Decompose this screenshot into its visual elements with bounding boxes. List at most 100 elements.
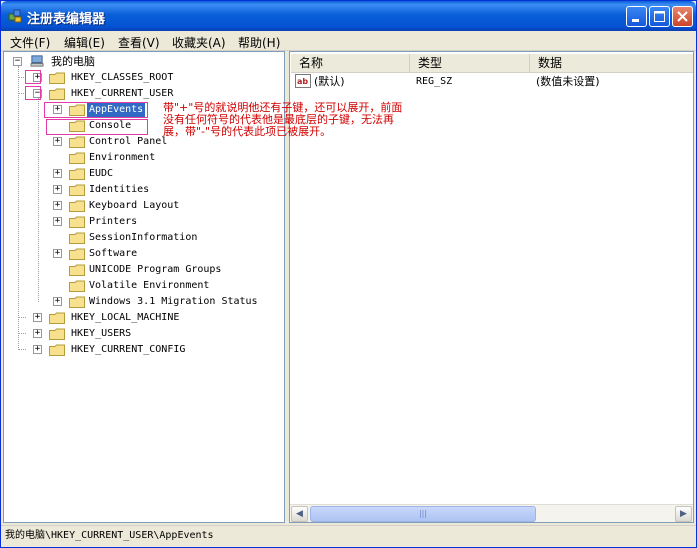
folder-icon	[69, 280, 85, 292]
expand-icon[interactable]: +	[33, 313, 42, 322]
tree-node-label: SessionInformation	[89, 232, 198, 243]
folder-icon	[69, 232, 85, 244]
tree-node-unicode-program-groups[interactable]: UNICODE Program Groups	[53, 262, 253, 278]
tree-node-hklm[interactable]: + HKEY_LOCAL_MACHINE	[33, 310, 203, 326]
folder-icon	[49, 344, 65, 356]
tree-node-label: Software	[89, 248, 138, 259]
scroll-left-button[interactable]: ◀	[291, 506, 308, 522]
maximize-icon	[654, 11, 665, 22]
tree-node-my-computer[interactable]: − 我的电脑	[13, 54, 133, 70]
folder-icon	[69, 200, 85, 212]
folder-icon	[49, 312, 65, 324]
tree-node-session-information[interactable]: SessionInformation	[53, 230, 233, 246]
tree-node-label: HKEY_CLASSES_ROOT	[71, 72, 174, 83]
regedit-icon	[8, 9, 22, 23]
tree-node-label: UNICODE Program Groups	[89, 264, 222, 275]
expand-icon[interactable]: +	[53, 169, 62, 178]
tree-node-identities[interactable]: + Identities	[53, 182, 193, 198]
menu-view[interactable]: 查看(V)	[118, 34, 160, 51]
folder-icon	[69, 216, 85, 228]
folder-icon	[49, 328, 65, 340]
expand-icon[interactable]: +	[33, 329, 42, 338]
collapse-icon[interactable]: −	[13, 57, 22, 66]
expand-icon[interactable]: +	[53, 297, 62, 306]
expand-icon[interactable]: +	[53, 201, 62, 210]
folder-icon	[69, 168, 85, 180]
tree-node-volatile-environment[interactable]: Volatile Environment	[53, 278, 253, 294]
title-bar[interactable]: 注册表编辑器	[1, 1, 696, 31]
value-name[interactable]: (默认)	[314, 74, 345, 90]
menu-help[interactable]: 帮助(H)	[238, 34, 280, 51]
open-folder-icon	[49, 88, 65, 100]
scrollbar-thumb[interactable]: |||	[310, 506, 536, 522]
folder-icon	[69, 296, 85, 308]
annotation-text: 带"+"号的就说明他还有子键，还可以展开，前面没有任何符号的代表他是最底层的子键…	[163, 101, 403, 138]
value-type: REG_SZ	[416, 76, 453, 87]
column-header-name[interactable]: 名称	[291, 54, 410, 73]
expand-icon[interactable]: +	[53, 249, 62, 258]
expand-icon[interactable]: +	[53, 137, 62, 146]
tree-node-label: Environment	[89, 152, 156, 163]
folder-icon	[69, 152, 85, 164]
annotation-box-plus	[25, 70, 41, 84]
tree-node-windows-migration[interactable]: + Windows 3.1 Migration Status	[53, 294, 283, 310]
svg-text:ab: ab	[297, 77, 308, 86]
close-icon	[677, 11, 688, 22]
column-header-type[interactable]: 类型	[410, 54, 530, 73]
tree-node-label: Printers	[89, 216, 138, 227]
tree-line	[18, 317, 26, 318]
tree-line	[18, 349, 26, 350]
tree-node-label: Volatile Environment	[89, 280, 210, 291]
tree-node-label: HKEY_CURRENT_USER	[71, 88, 174, 99]
annotation-box-console	[46, 119, 148, 135]
tree-line	[38, 98, 39, 302]
tree-node-hkcu[interactable]: − HKEY_CURRENT_USER	[33, 86, 193, 102]
window-title: 注册表编辑器	[27, 12, 106, 27]
tree-node-hku[interactable]: + HKEY_USERS	[33, 326, 203, 342]
expand-icon[interactable]: +	[53, 185, 62, 194]
tree-node-label: 我的电脑	[51, 55, 95, 68]
horizontal-scrollbar[interactable]: ◀ ||| ▶	[290, 504, 693, 522]
tree-line	[18, 333, 26, 334]
tree-node-label: Identities	[89, 184, 150, 195]
folder-icon	[49, 72, 65, 84]
annotation-box-minus	[25, 86, 41, 100]
tree-node-label: HKEY_LOCAL_MACHINE	[71, 312, 180, 323]
menu-favorites[interactable]: 收藏夹(A)	[172, 34, 226, 51]
menu-edit[interactable]: 编辑(E)	[64, 34, 105, 51]
menu-file[interactable]: 文件(F)	[10, 34, 50, 51]
close-button[interactable]	[672, 6, 693, 27]
tree-node-label: Windows 3.1 Migration Status	[89, 296, 258, 307]
tree-node-software[interactable]: + Software	[53, 246, 193, 262]
tree-line	[18, 66, 19, 350]
expand-icon[interactable]: +	[33, 345, 42, 354]
maximize-button[interactable]	[649, 6, 670, 27]
status-bar: 我的电脑\HKEY_CURRENT_USER\AppEvents	[1, 525, 696, 547]
annotation-box-appevents	[44, 102, 148, 118]
tree-node-label: HKEY_USERS	[71, 328, 132, 339]
minimize-icon	[632, 19, 639, 22]
minimize-button[interactable]	[626, 6, 647, 27]
folder-icon	[69, 248, 85, 260]
folder-icon	[69, 184, 85, 196]
folder-icon	[69, 264, 85, 276]
tree-node-environment[interactable]: Environment	[53, 150, 193, 166]
string-value-icon: ab	[295, 74, 311, 88]
tree-node-hkcc[interactable]: + HKEY_CURRENT_CONFIG	[33, 342, 203, 358]
tree-node-label: Control Panel	[89, 136, 168, 147]
scroll-right-button[interactable]: ▶	[675, 506, 692, 522]
value-data: (数值未设置)	[536, 75, 600, 88]
menu-bar: 文件(F) 编辑(E) 查看(V) 收藏夹(A) 帮助(H)	[1, 31, 696, 51]
column-header-data[interactable]: 数据	[530, 54, 693, 73]
tree-node-keyboard-layout[interactable]: + Keyboard Layout	[53, 198, 213, 214]
tree-node-printers[interactable]: + Printers	[53, 214, 193, 230]
tree-node-eudc[interactable]: + EUDC	[53, 166, 193, 182]
expand-icon[interactable]: +	[53, 217, 62, 226]
folder-icon	[69, 136, 85, 148]
tree-node-label: EUDC	[89, 168, 114, 179]
tree-node-label: Keyboard Layout	[89, 200, 180, 211]
computer-icon	[30, 55, 44, 67]
tree-node-hkcr[interactable]: + HKEY_CLASSES_ROOT	[33, 70, 193, 86]
regedit-window: 注册表编辑器 文件(F) 编辑(E) 查看(V) 收藏夹(A) 帮助(H) −	[0, 0, 697, 548]
tree-node-label: HKEY_CURRENT_CONFIG	[71, 344, 186, 355]
